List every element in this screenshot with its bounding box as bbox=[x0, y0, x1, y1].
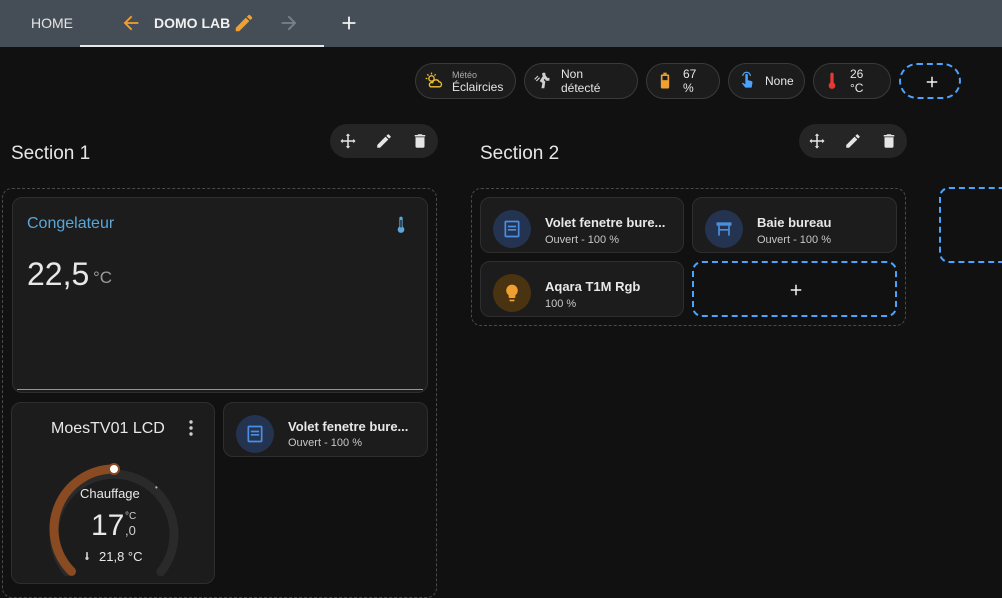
thermostat-name: MoesTV01 LCD bbox=[51, 420, 165, 437]
drag-move-icon[interactable] bbox=[339, 132, 357, 150]
more-vertical-icon[interactable] bbox=[186, 419, 196, 437]
tile-name: Aqara T1M Rgb bbox=[545, 279, 641, 294]
sensor-card-congelateur[interactable]: Congelateur 22,5 °C bbox=[12, 197, 428, 393]
thermostat-target-unit: °C bbox=[125, 511, 137, 522]
pencil-icon[interactable] bbox=[844, 132, 862, 150]
tile-name: Volet fenetre bure... bbox=[545, 215, 666, 230]
battery-icon bbox=[660, 72, 670, 89]
thermometer-icon bbox=[828, 72, 836, 89]
tile-state: Ouvert - 100 % bbox=[757, 234, 831, 246]
badge-meteo[interactable]: Météo Éclaircies bbox=[415, 63, 516, 99]
drag-move-icon[interactable] bbox=[808, 132, 826, 150]
badge-temperature-value: 26 °C bbox=[850, 67, 864, 95]
tile-aqara-t1m-rgb[interactable]: Aqara T1M Rgb 100 % bbox=[480, 261, 684, 317]
tile-volet-fenetre-bureau-1[interactable]: Volet fenetre bure... Ouvert - 100 % bbox=[223, 402, 428, 457]
section-2-toolbar bbox=[799, 124, 907, 158]
lightbulb-icon bbox=[506, 284, 518, 302]
arrow-left-icon[interactable] bbox=[120, 12, 142, 34]
pencil-icon[interactable] bbox=[375, 132, 393, 150]
add-section-button[interactable] bbox=[939, 187, 1002, 263]
tile-baie-bureau[interactable]: Baie bureau Ouvert - 100 % bbox=[692, 197, 897, 253]
tile-state: Ouvert - 100 % bbox=[545, 234, 619, 246]
tile-icon-bg[interactable] bbox=[493, 274, 531, 312]
sensor-card-name: Congelateur bbox=[27, 215, 115, 232]
plus-icon bbox=[926, 76, 938, 88]
tile-state: Ouvert - 100 % bbox=[288, 437, 362, 449]
plus-icon bbox=[790, 284, 802, 296]
awning-icon bbox=[716, 222, 732, 236]
add-card-button[interactable] bbox=[692, 261, 897, 317]
section-2-title: Section 2 bbox=[480, 143, 560, 164]
badge-temperature[interactable]: 26 °C bbox=[813, 63, 891, 99]
dial-handle[interactable] bbox=[108, 463, 120, 475]
partly-sunny-icon bbox=[425, 72, 443, 88]
window-shutter-icon bbox=[504, 220, 520, 238]
badge-meteo-value: Éclaircies bbox=[452, 80, 504, 94]
motion-sensor-icon bbox=[534, 72, 550, 89]
sensor-graph-line bbox=[17, 389, 423, 390]
thermostat-mode: Chauffage bbox=[80, 486, 140, 501]
badge-presence[interactable]: Non détecté bbox=[524, 63, 638, 99]
tile-icon-bg[interactable] bbox=[493, 210, 531, 248]
pencil-icon[interactable] bbox=[233, 12, 255, 34]
tile-icon-bg[interactable] bbox=[236, 415, 274, 453]
section-1-toolbar bbox=[330, 124, 438, 158]
delete-icon[interactable] bbox=[880, 132, 898, 150]
window-shutter-icon bbox=[247, 425, 263, 443]
thermometer-icon bbox=[397, 216, 405, 233]
tile-name: Volet fenetre bure... bbox=[288, 419, 409, 434]
badge-presence-value: Non détecté bbox=[561, 67, 601, 95]
tile-icon-bg[interactable] bbox=[705, 210, 743, 248]
tile-volet-fenetre-bureau-2[interactable]: Volet fenetre bure... Ouvert - 100 % bbox=[480, 197, 684, 253]
add-badge-button[interactable] bbox=[899, 63, 961, 99]
tab-home[interactable]: HOME bbox=[31, 15, 73, 31]
badge-touch[interactable]: None bbox=[728, 63, 805, 99]
thermostat-target: 17 bbox=[91, 509, 125, 542]
tile-name: Baie bureau bbox=[757, 215, 832, 230]
tile-state: 100 % bbox=[545, 298, 577, 310]
top-app-bar: HOME DOMO LAB bbox=[0, 0, 1002, 47]
section-1-title: Section 1 bbox=[11, 143, 91, 164]
sensor-card-unit: °C bbox=[93, 268, 113, 287]
sensor-card-value: 22,5 bbox=[27, 256, 90, 292]
thermostat-card[interactable]: MoesTV01 LCD Chauffage • 17 °C ,0 21,8 °… bbox=[11, 402, 215, 584]
dashboard-title[interactable]: DOMO LAB bbox=[154, 15, 230, 31]
gesture-tap-icon bbox=[742, 71, 753, 88]
thermostat-target-decimal: ,0 bbox=[125, 523, 136, 538]
plus-icon[interactable] bbox=[338, 12, 360, 34]
delete-icon[interactable] bbox=[411, 132, 429, 150]
arrow-right-icon[interactable] bbox=[278, 12, 300, 34]
badge-battery-value: 67 % bbox=[683, 67, 697, 95]
thermostat-current: 21,8 °C bbox=[99, 549, 143, 564]
badge-battery[interactable]: 67 % bbox=[646, 63, 720, 99]
badge-touch-value: None bbox=[765, 74, 794, 88]
thermometer-icon bbox=[85, 551, 89, 560]
